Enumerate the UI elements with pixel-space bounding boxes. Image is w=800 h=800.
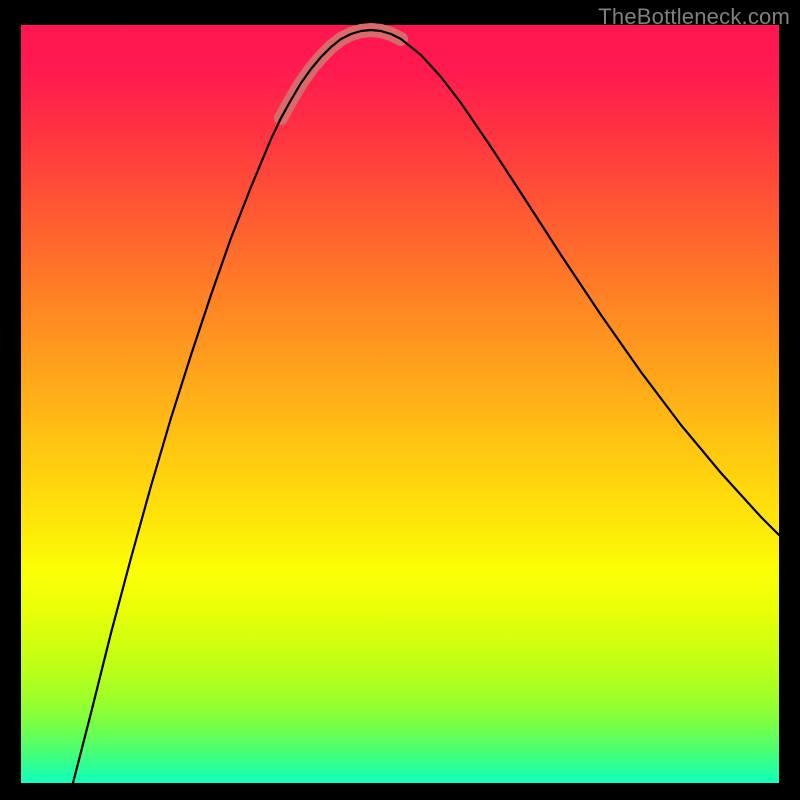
accent-curve xyxy=(281,30,401,118)
plot-area xyxy=(21,25,779,783)
main-curve xyxy=(73,30,779,783)
chart-stage: TheBottleneck.com xyxy=(0,0,800,800)
curve-layer xyxy=(21,25,779,783)
